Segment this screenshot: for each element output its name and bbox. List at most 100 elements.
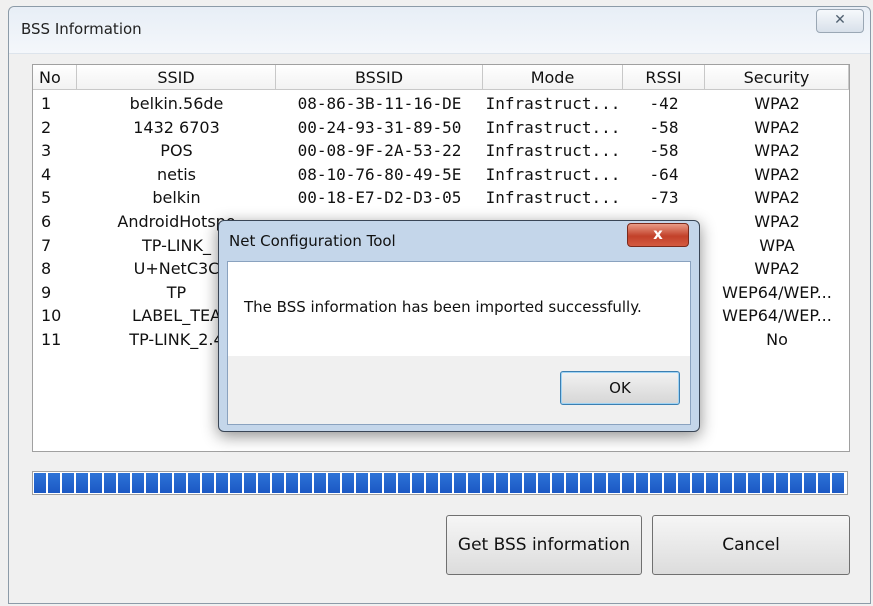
progress-segment [580, 473, 592, 493]
table-row[interactable]: 5 belkin 00-18-E7-D2-D3-05 Infrastruct... -7… [33, 186, 849, 209]
progress-segment [468, 473, 480, 493]
table-header: No SSID BSSID Mode RSSI Security [33, 65, 849, 90]
cell-no: 7 [41, 235, 52, 255]
progress-segment [790, 473, 802, 493]
table-row[interactable]: 1 belkin.56de 08-86-3B-11-16-DE Infrastruct… [33, 92, 849, 115]
cell-mode: Infrastruct... [485, 94, 621, 113]
cell-security: WEP64/WEP... [722, 282, 832, 302]
title-bar[interactable]: BSS Information ✕ [9, 7, 870, 54]
net-configuration-dialog: Net Configuration Tool x The BSS informa… [218, 220, 700, 432]
progress-segment [104, 473, 116, 493]
cell-security: No [766, 330, 788, 349]
cell-security: WPA2 [754, 259, 800, 279]
ok-button[interactable]: OK [560, 371, 680, 405]
progress-segment [664, 473, 676, 493]
dialog-close-button[interactable]: x [627, 223, 689, 247]
column-header-ssid[interactable]: SSID [77, 65, 276, 90]
cell-no: 9 [41, 282, 52, 302]
progress-segment [118, 473, 130, 493]
cell-no: 3 [41, 141, 52, 161]
progress-segment [384, 473, 396, 493]
progress-segment [272, 473, 284, 493]
table-row[interactable]: 4 netis 08-10-76-80-49-5E Infrastruct... -64… [33, 163, 849, 186]
progress-segment [76, 473, 88, 493]
cell-security: WPA2 [754, 212, 800, 231]
cell-rssi: -64 [649, 164, 679, 184]
cell-ssid: 1432 6703 [133, 117, 220, 137]
cell-bssid: 00-18-E7-D2-D3-05 [297, 188, 462, 208]
progress-segment [818, 473, 830, 493]
progress-segment [34, 473, 46, 493]
column-header-mode[interactable]: Mode [483, 65, 623, 90]
column-header-rssi[interactable]: RSSI [623, 65, 705, 90]
progress-segment [706, 473, 718, 493]
cell-mode: Infrastruct... [485, 188, 621, 208]
progress-segment [762, 473, 774, 493]
progress-segment [594, 473, 606, 493]
progress-segment [398, 473, 410, 493]
cell-rssi: -58 [649, 141, 679, 161]
cell-rssi: -58 [649, 117, 679, 137]
progress-segment [202, 473, 214, 493]
progress-segment [552, 473, 564, 493]
progress-segment [48, 473, 60, 493]
progress-segment [286, 473, 298, 493]
progress-segment [174, 473, 186, 493]
close-icon: ✕ [834, 12, 846, 28]
progress-segment [482, 473, 494, 493]
cell-no: 4 [41, 164, 52, 184]
progress-segment [440, 473, 452, 493]
progress-segment [146, 473, 158, 493]
window-close-button[interactable]: ✕ [816, 9, 864, 33]
progress-segment [62, 473, 74, 493]
cell-no: 11 [41, 330, 62, 349]
progress-segment [132, 473, 144, 493]
cell-no: 8 [41, 259, 52, 279]
cell-security: WPA2 [754, 188, 800, 208]
progress-segment [636, 473, 648, 493]
progress-segment [90, 473, 102, 493]
progress-segment [426, 473, 438, 493]
progress-segment [510, 473, 522, 493]
progress-segment [328, 473, 340, 493]
cell-rssi: -73 [649, 188, 679, 208]
column-header-security[interactable]: Security [705, 65, 849, 90]
progress-segment [244, 473, 256, 493]
dialog-title: Net Configuration Tool [229, 232, 396, 250]
progress-segment [608, 473, 620, 493]
progress-segment [734, 473, 746, 493]
cell-ssid: belkin [152, 188, 201, 208]
progress-segment [356, 473, 368, 493]
progress-segment [160, 473, 172, 493]
cell-bssid: 08-86-3B-11-16-DE [297, 94, 462, 113]
cell-bssid: 08-10-76-80-49-5E [297, 164, 462, 184]
progress-segment [454, 473, 466, 493]
cell-mode: Infrastruct... [485, 141, 621, 161]
get-bss-information-button[interactable]: Get BSS information [446, 515, 642, 575]
cell-mode: Infrastruct... [485, 164, 621, 184]
progress-segment [314, 473, 326, 493]
column-header-bssid[interactable]: BSSID [276, 65, 483, 90]
cancel-button[interactable]: Cancel [652, 515, 850, 575]
cell-no: 2 [41, 117, 52, 137]
progress-segment [776, 473, 788, 493]
cell-ssid: netis [156, 164, 197, 184]
progress-segment [622, 473, 634, 493]
progress-segment [230, 473, 242, 493]
cell-bssid: 00-24-93-31-89-50 [297, 117, 462, 137]
table-row[interactable]: 3 POS 00-08-9F-2A-53-22 Infrastruct... -58 WP… [33, 139, 849, 162]
progress-segment [300, 473, 312, 493]
table-row[interactable]: 2 1432 6703 00-24-93-31-89-50 Infrastruct..… [33, 116, 849, 139]
progress-segment [188, 473, 200, 493]
progress-segment [804, 473, 816, 493]
progress-segment [832, 473, 844, 493]
cell-security: WPA2 [754, 117, 800, 137]
column-header-no[interactable]: No [33, 65, 77, 90]
progress-segment [748, 473, 760, 493]
progress-segment [370, 473, 382, 493]
progress-segment [258, 473, 270, 493]
progress-segment [678, 473, 690, 493]
progress-segment [566, 473, 578, 493]
progress-segment [692, 473, 704, 493]
cell-rssi: -42 [649, 94, 679, 113]
